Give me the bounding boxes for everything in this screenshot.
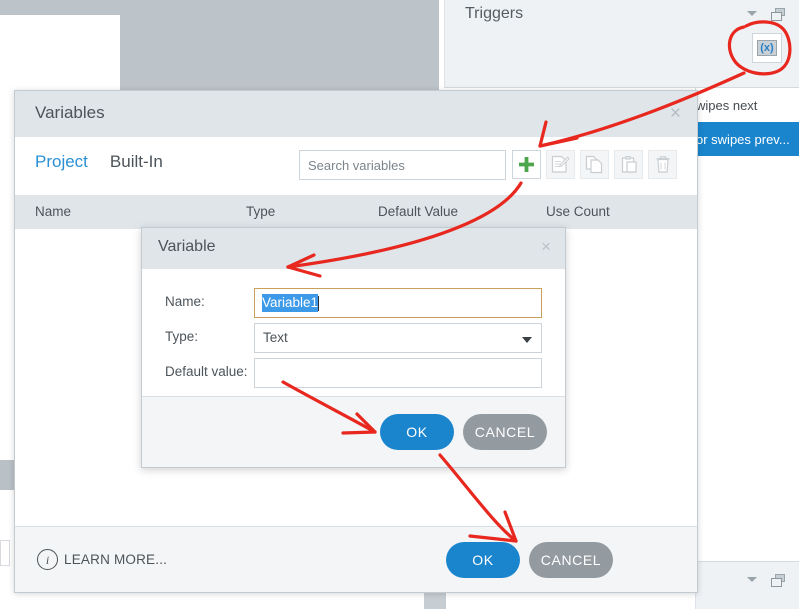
search-input[interactable] [299, 150, 506, 180]
variables-dialog-footer: i LEARN MORE... OK CANCEL [15, 526, 697, 592]
cancel-button[interactable]: CANCEL [529, 542, 613, 578]
column-header-name: Name [35, 204, 72, 219]
paste-icon [621, 155, 637, 173]
name-input[interactable]: Variable1 [254, 288, 542, 318]
cancel-button[interactable]: CANCEL [463, 414, 547, 450]
list-item-label: or swipes prev... [696, 131, 790, 147]
copy-variable-button [580, 150, 609, 179]
edit-variable-button [546, 150, 575, 179]
variables-tabs: Project Built-In [35, 152, 163, 172]
name-input-value: Variable1 [262, 294, 319, 312]
column-header-type: Type [246, 204, 276, 219]
left-edge-strip [0, 460, 14, 490]
name-row: Name: Variable1 [142, 288, 565, 318]
variable-dialog-body: Name: Variable1 Type: Text Default value… [142, 269, 565, 397]
variable-dialog-footer: OK CANCEL [142, 396, 565, 467]
default-value-input[interactable] [254, 358, 542, 388]
learn-more-label: LEARN MORE... [64, 552, 168, 567]
paste-variable-button [614, 150, 643, 179]
copy-icon [585, 155, 603, 174]
info-icon: i [37, 549, 58, 570]
editor-canvas-card [0, 15, 120, 90]
variable-dialog: Variable × Name: Variable1 Type: Text De… [141, 227, 566, 468]
chevron-down-icon[interactable] [747, 577, 757, 582]
variables-dialog-titlebar: Variables × [15, 91, 697, 137]
type-label: Type: [165, 329, 199, 344]
variables-button-label: (x) [757, 40, 777, 56]
triggers-titlebar: Triggers [445, 0, 799, 30]
restore-window-icon[interactable] [771, 8, 786, 21]
default-value-row: Default value: [142, 358, 565, 388]
ok-button[interactable]: OK [380, 414, 454, 450]
bottom-canvas-tab [424, 592, 446, 609]
triggers-panel: Triggers (x) [444, 0, 799, 88]
variables-button-wrap: (x) [752, 33, 782, 63]
default-value-label: Default value: [165, 364, 248, 379]
tab-project[interactable]: Project [35, 152, 88, 172]
type-select-value: Text [263, 330, 288, 345]
type-select[interactable]: Text [254, 323, 542, 353]
variables-table-header: Name Type Default Value Use Count [15, 195, 697, 229]
tab-built-in[interactable]: Built-In [110, 152, 163, 172]
variables-button[interactable]: (x) [752, 33, 782, 63]
app-root: wipes next or swipes prev... Triggers (x… [0, 0, 799, 609]
bottom-panel [695, 561, 799, 609]
type-row: Type: Text [142, 323, 565, 353]
name-label: Name: [165, 294, 205, 309]
learn-more-link[interactable]: i LEARN MORE... [37, 549, 167, 570]
list-item-label: wipes next [696, 97, 758, 113]
column-header-use-count: Use Count [546, 204, 610, 219]
list-item[interactable]: or swipes prev... [696, 122, 799, 156]
dialog-title: Variables [35, 103, 105, 122]
variables-toolbar-row: Project Built-In [15, 137, 697, 195]
list-item[interactable]: wipes next [696, 88, 799, 122]
dialog-title: Variable [158, 238, 216, 255]
ok-button[interactable]: OK [446, 542, 520, 578]
edit-pencil-icon [551, 155, 570, 173]
delete-variable-button [648, 150, 677, 179]
restore-window-icon[interactable] [771, 574, 786, 587]
text-caret [318, 295, 320, 311]
column-header-default: Default Value [378, 204, 459, 219]
variable-dialog-titlebar: Variable × [142, 228, 565, 269]
chevron-down-icon [522, 337, 532, 343]
close-icon[interactable]: × [541, 238, 551, 255]
close-icon[interactable]: × [670, 104, 681, 123]
plus-icon [519, 157, 534, 172]
chevron-down-icon[interactable] [747, 11, 757, 16]
trash-icon [656, 156, 669, 173]
variables-toolbar [512, 150, 677, 179]
left-edge-strip-secondary [0, 540, 10, 566]
trigger-list: wipes next or swipes prev... [695, 88, 799, 198]
panel-title: Triggers [465, 5, 524, 22]
add-variable-button[interactable] [512, 150, 541, 179]
